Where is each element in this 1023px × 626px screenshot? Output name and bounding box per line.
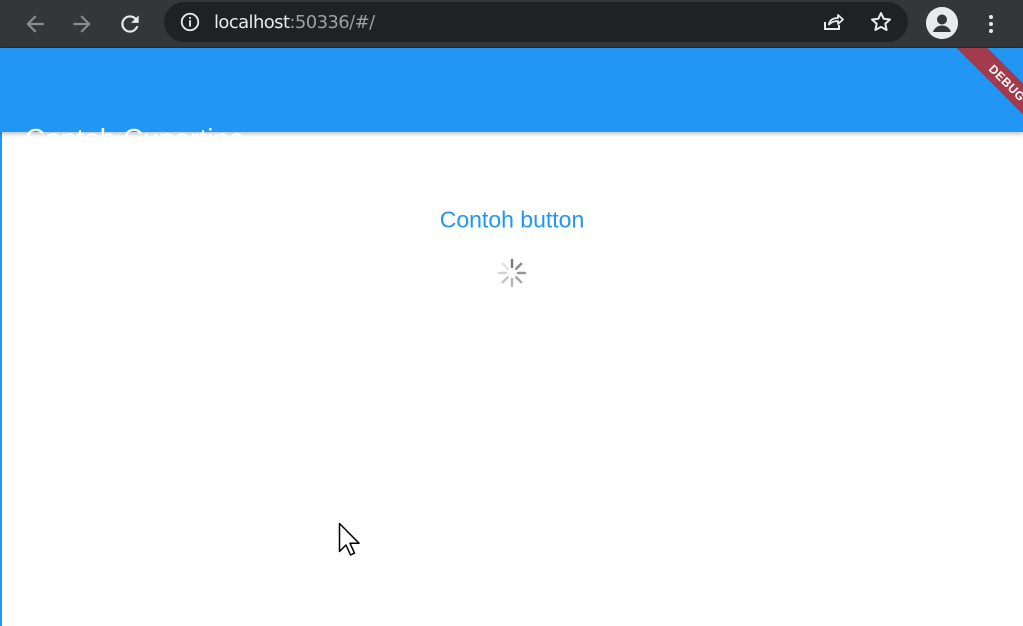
back-icon[interactable] [20, 9, 50, 39]
forward-icon[interactable] [67, 9, 97, 39]
app-bar [0, 48, 1023, 132]
reload-icon[interactable] [115, 9, 145, 39]
app-bar-title: Contoh Cupertino [25, 123, 245, 154]
address-bar[interactable]: localhost:50336/#/ [164, 2, 908, 42]
url-host: localhost [214, 12, 290, 33]
debug-banner: DEBUG [923, 48, 1023, 138]
spinner-spoke [501, 262, 509, 270]
debug-banner-label: DEBUG [949, 48, 1023, 138]
activity-indicator-icon [497, 258, 527, 288]
info-icon[interactable] [178, 10, 202, 34]
url-text[interactable]: localhost:50336/#/ [214, 12, 375, 34]
share-icon[interactable] [821, 10, 845, 34]
spinner-spoke [515, 262, 523, 270]
star-icon[interactable] [869, 10, 893, 34]
more-vert-icon[interactable] [976, 9, 1006, 39]
browser-toolbar: localhost:50336/#/ [0, 0, 1023, 48]
mouse-cursor-icon [338, 522, 360, 556]
url-path: :50336/#/ [289, 12, 375, 33]
cupertino-button[interactable]: Contoh button [440, 207, 585, 234]
spinner-spoke [515, 276, 523, 284]
spinner-spoke [501, 276, 509, 284]
profile-icon[interactable] [926, 7, 958, 39]
